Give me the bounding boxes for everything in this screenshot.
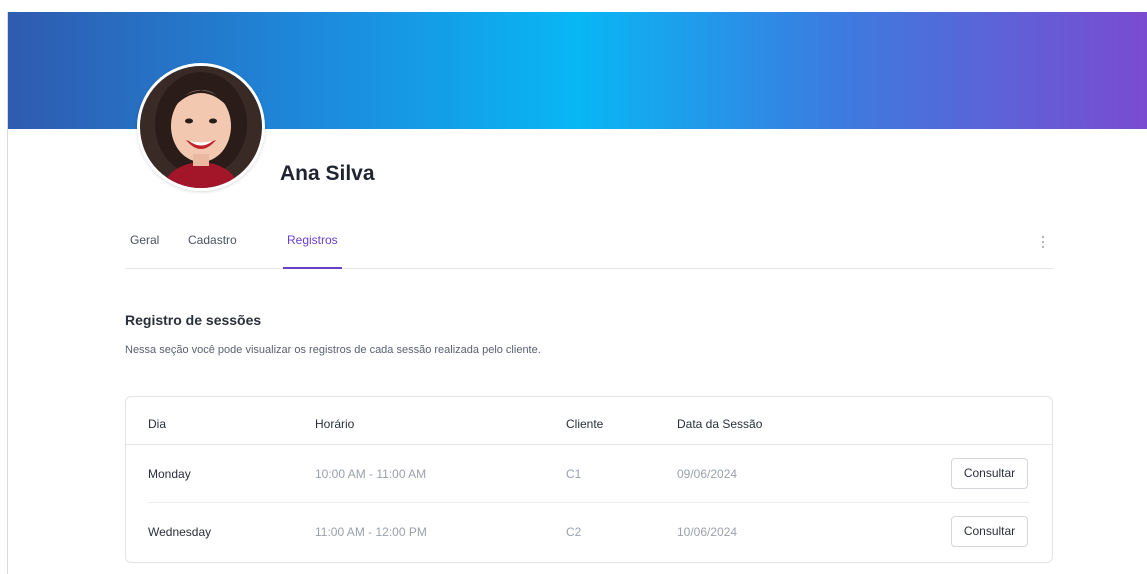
avatar-photo <box>140 66 262 188</box>
cell-time: 10:00 AM - 11:00 AM <box>315 467 427 481</box>
cell-day: Wednesday <box>148 525 212 539</box>
table-row: Monday 10:00 AM - 11:00 AM C1 09/06/2024… <box>126 445 1052 503</box>
profile-name: Ana Silva <box>280 162 375 185</box>
column-header-data-sessao: Data da Sessão <box>677 417 763 431</box>
sessions-table: Dia Horário Cliente Data da Sessão Monda… <box>125 396 1053 563</box>
cell-client: C1 <box>566 467 582 481</box>
tab-registros[interactable]: Registros <box>283 233 342 269</box>
cell-date: 09/06/2024 <box>677 467 738 481</box>
column-header-dia: Dia <box>148 417 167 431</box>
consultar-button[interactable]: Consultar <box>951 516 1028 547</box>
tab-bar: Geral Cadastro Registros <box>125 233 1054 269</box>
column-header-horario: Horário <box>315 417 355 431</box>
tab-cadastro[interactable]: Cadastro <box>188 233 237 268</box>
consultar-button[interactable]: Consultar <box>951 458 1028 489</box>
column-header-cliente: Cliente <box>566 417 604 431</box>
cell-day: Monday <box>148 467 191 481</box>
section-description: Nessa seção você pode visualizar os regi… <box>125 344 541 356</box>
kebab-menu-icon[interactable] <box>1036 233 1050 251</box>
section-title: Registro de sessões <box>125 312 262 328</box>
table-row: Wednesday 11:00 AM - 12:00 PM C2 10/06/2… <box>126 503 1052 561</box>
cell-time: 11:00 AM - 12:00 PM <box>315 525 427 539</box>
cell-client: C2 <box>566 525 582 539</box>
cell-date: 10/06/2024 <box>677 525 738 539</box>
avatar <box>137 63 265 191</box>
tab-geral[interactable]: Geral <box>130 233 159 268</box>
